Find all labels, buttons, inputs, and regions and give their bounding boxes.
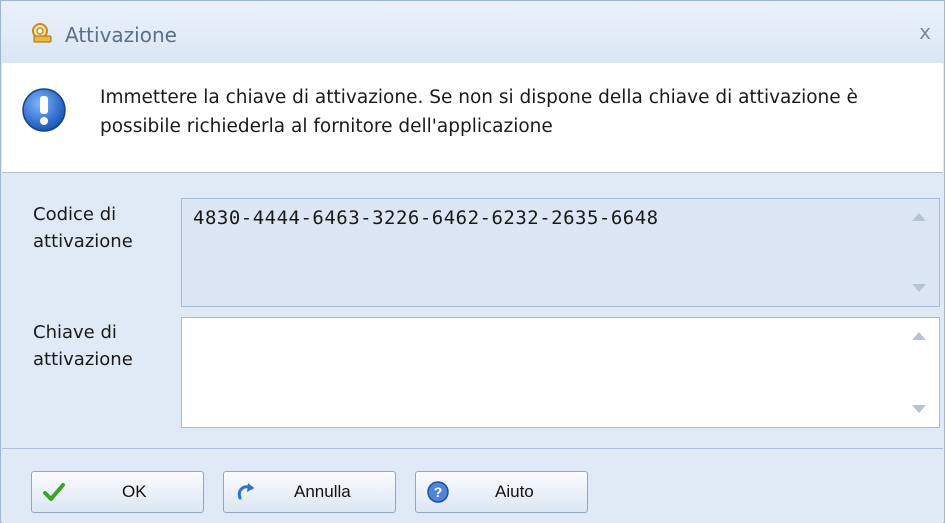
- activation-code-field[interactable]: 4830-4444-6463-3226-6462-6232-2635-6648: [181, 198, 940, 307]
- ok-button[interactable]: OK: [31, 471, 204, 513]
- close-button[interactable]: x: [913, 19, 937, 45]
- scroll-up-arrow[interactable]: [912, 213, 926, 221]
- activation-key-label: Chiave di attivazione: [33, 322, 133, 370]
- title-bar[interactable]: Attivazione x: [1, 1, 944, 63]
- help-icon: ?: [427, 481, 449, 503]
- window-title: Attivazione: [65, 23, 177, 47]
- info-exclamation-icon: [22, 88, 66, 132]
- button-bar: OK Annulla ? Aiuto: [2, 448, 943, 523]
- info-panel: Immettere la chiave di attivazione. Se n…: [2, 63, 943, 173]
- activation-code-value: 4830-4444-6463-3226-6462-6232-2635-6648: [193, 207, 659, 229]
- svg-text:?: ?: [434, 484, 443, 500]
- help-button[interactable]: ? Aiuto: [415, 471, 588, 513]
- cancel-label: Annulla: [294, 482, 351, 501]
- key-lock-icon: [32, 23, 52, 43]
- activation-code-label: Codice di attivazione: [33, 204, 133, 252]
- scroll-down-arrow[interactable]: [912, 405, 926, 413]
- checkmark-icon: [43, 483, 65, 501]
- undo-arrow-icon: [237, 483, 254, 500]
- scroll-up-arrow[interactable]: [912, 332, 926, 340]
- activation-dialog: Attivazione x Immettere la chiave di att…: [0, 0, 945, 523]
- cancel-button[interactable]: Annulla: [223, 471, 396, 513]
- info-message: Immettere la chiave di attivazione. Se n…: [100, 87, 858, 137]
- activation-key-field[interactable]: [181, 317, 940, 428]
- help-label: Aiuto: [495, 482, 534, 501]
- scroll-down-arrow[interactable]: [912, 284, 926, 292]
- ok-label: OK: [122, 482, 147, 501]
